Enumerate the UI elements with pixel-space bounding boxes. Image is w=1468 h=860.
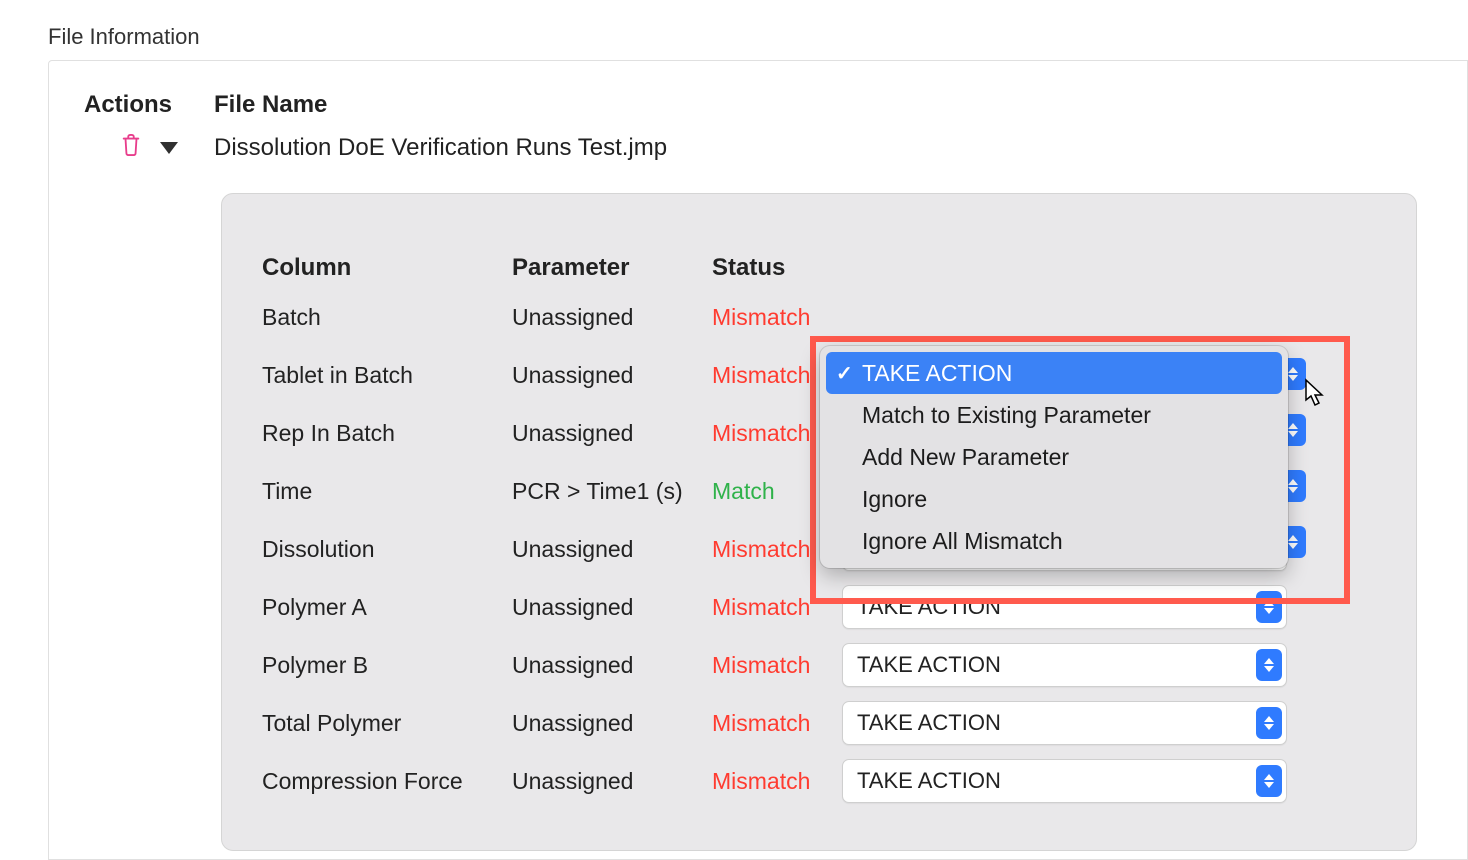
cell-parameter: Unassigned	[512, 594, 712, 621]
cell-column: Rep In Batch	[262, 420, 512, 447]
disclosure-triangle-icon[interactable]	[160, 142, 178, 154]
file-info-panel: Actions File Name Dissolution DoE Verifi…	[48, 60, 1468, 860]
th-status: Status	[712, 254, 842, 282]
table-row: Total Polymer Unassigned Mismatch TAKE A…	[262, 694, 1376, 752]
menu-item-take-action[interactable]: TAKE ACTION	[826, 352, 1282, 394]
cell-column: Compression Force	[262, 768, 512, 795]
cell-parameter: Unassigned	[512, 536, 712, 563]
action-dropdown[interactable]: TAKE ACTION	[842, 759, 1287, 803]
cell-parameter: Unassigned	[512, 768, 712, 795]
table-row: Polymer B Unassigned Mismatch TAKE ACTIO…	[262, 636, 1376, 694]
action-dropdown[interactable]: TAKE ACTION	[842, 643, 1287, 687]
dropdown-stepper-icon	[1256, 591, 1282, 623]
section-title: File Information	[0, 0, 1468, 60]
dropdown-stepper-icon	[1256, 649, 1282, 681]
cell-column: Polymer A	[262, 594, 512, 621]
file-actions	[84, 133, 214, 163]
cell-column: Batch	[262, 304, 512, 331]
status-badge: Mismatch	[712, 768, 842, 795]
cell-parameter: Unassigned	[512, 304, 712, 331]
th-column: Column	[262, 254, 512, 282]
cell-column: Tablet in Batch	[262, 362, 512, 389]
action-dropdown[interactable]: TAKE ACTION	[842, 585, 1287, 629]
status-badge: Mismatch	[712, 710, 842, 737]
th-parameter: Parameter	[512, 254, 712, 282]
status-badge: Mismatch	[712, 652, 842, 679]
cell-parameter: Unassigned	[512, 710, 712, 737]
header-file-name: File Name	[214, 91, 1467, 119]
cell-column: Polymer B	[262, 652, 512, 679]
cell-parameter: Unassigned	[512, 652, 712, 679]
dropdown-label: TAKE ACTION	[857, 594, 1001, 620]
status-badge: Mismatch	[712, 594, 842, 621]
column-mapping-card: Column Parameter Status Batch Unassigned…	[221, 193, 1417, 851]
action-dropdown[interactable]: TAKE ACTION	[842, 701, 1287, 745]
table-row: Compression Force Unassigned Mismatch TA…	[262, 752, 1376, 810]
dropdown-stepper-icon	[1256, 765, 1282, 797]
file-row: Dissolution DoE Verification Runs Test.j…	[49, 133, 1467, 163]
action-dropdown-menu: TAKE ACTION Match to Existing Parameter …	[820, 346, 1288, 568]
cell-parameter: Unassigned	[512, 362, 712, 389]
table-row: Batch Unassigned Mismatch	[262, 288, 1376, 346]
file-name: Dissolution DoE Verification Runs Test.j…	[214, 134, 1467, 162]
status-badge: Mismatch	[712, 304, 842, 331]
table-header: Column Parameter Status	[262, 254, 1376, 282]
dropdown-label: TAKE ACTION	[857, 768, 1001, 794]
menu-item-ignore-all[interactable]: Ignore All Mismatch	[826, 520, 1282, 562]
menu-item-add-new[interactable]: Add New Parameter	[826, 436, 1282, 478]
menu-item-match-existing[interactable]: Match to Existing Parameter	[826, 394, 1282, 436]
dropdown-label: TAKE ACTION	[857, 710, 1001, 736]
dropdown-stepper-icon	[1256, 707, 1282, 739]
header-actions: Actions	[84, 91, 214, 119]
cell-column: Dissolution	[262, 536, 512, 563]
table-row: Polymer A Unassigned Mismatch TAKE ACTIO…	[262, 578, 1376, 636]
cell-column: Total Polymer	[262, 710, 512, 737]
cell-parameter: Unassigned	[512, 420, 712, 447]
cell-parameter: PCR > Time1 (s)	[512, 478, 712, 505]
trash-icon[interactable]	[120, 133, 142, 163]
cell-column: Time	[262, 478, 512, 505]
file-header: Actions File Name	[49, 91, 1467, 119]
dropdown-label: TAKE ACTION	[857, 652, 1001, 678]
menu-item-ignore[interactable]: Ignore	[826, 478, 1282, 520]
